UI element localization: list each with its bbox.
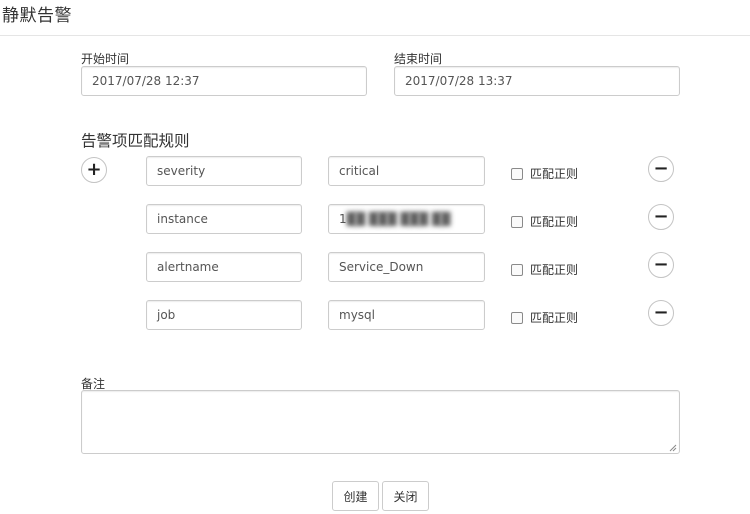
plus-icon: + xyxy=(86,159,102,180)
minus-icon: − xyxy=(653,302,669,323)
regex-label: 匹配正则 xyxy=(530,167,579,181)
checkbox-box[interactable] xyxy=(511,263,523,276)
start-time-label: 开始时间 xyxy=(81,52,130,66)
rule-value-input[interactable]: Service_Down xyxy=(328,252,485,282)
regex-checkbox[interactable]: 匹配正则 xyxy=(511,165,578,182)
regex-label: 匹配正则 xyxy=(530,263,579,277)
regex-checkbox[interactable]: 匹配正则 xyxy=(511,261,578,278)
rule-name-input[interactable]: job xyxy=(146,300,302,330)
remove-rule-button[interactable]: − xyxy=(648,252,674,278)
regex-label: 匹配正则 xyxy=(530,215,579,229)
end-time-input[interactable]: 2017/07/28 13:37 xyxy=(394,66,680,96)
rule-name-input[interactable]: alertname xyxy=(146,252,302,282)
start-time-input[interactable]: 2017/07/28 12:37 xyxy=(81,66,367,96)
rule-value-text: 1 xyxy=(339,212,347,226)
rules-section-title: 告警项匹配规则 xyxy=(81,132,190,150)
rule-name-input[interactable]: severity xyxy=(146,156,302,186)
rule-value-input[interactable]: mysql xyxy=(328,300,485,330)
minus-icon: − xyxy=(653,158,669,179)
masked-value: ██ ███ ███ ██ xyxy=(346,212,451,226)
note-textarea[interactable] xyxy=(81,390,680,454)
dialog-title: 静默告警 xyxy=(2,6,72,26)
close-button[interactable]: 关闭 xyxy=(382,481,429,511)
checkbox-box[interactable] xyxy=(511,167,523,180)
minus-icon: − xyxy=(653,206,669,227)
add-rule-button[interactable]: + xyxy=(81,157,107,183)
regex-checkbox[interactable]: 匹配正则 xyxy=(511,213,578,230)
rule-value-input[interactable]: critical xyxy=(328,156,485,186)
remove-rule-button[interactable]: − xyxy=(648,300,674,326)
resize-handle-icon[interactable] xyxy=(669,444,677,452)
rule-name-input[interactable]: instance xyxy=(146,204,302,234)
regex-checkbox[interactable]: 匹配正则 xyxy=(511,309,578,326)
end-time-label: 结束时间 xyxy=(394,52,443,66)
remove-rule-button[interactable]: − xyxy=(648,156,674,182)
rule-value-input[interactable]: 1██ ███ ███ ██ xyxy=(328,204,485,234)
minus-icon: − xyxy=(653,254,669,275)
checkbox-box[interactable] xyxy=(511,215,523,228)
checkbox-box[interactable] xyxy=(511,311,523,324)
title-divider xyxy=(0,35,750,36)
remove-rule-button[interactable]: − xyxy=(648,204,674,230)
create-button[interactable]: 创建 xyxy=(332,481,379,511)
regex-label: 匹配正则 xyxy=(530,311,579,325)
